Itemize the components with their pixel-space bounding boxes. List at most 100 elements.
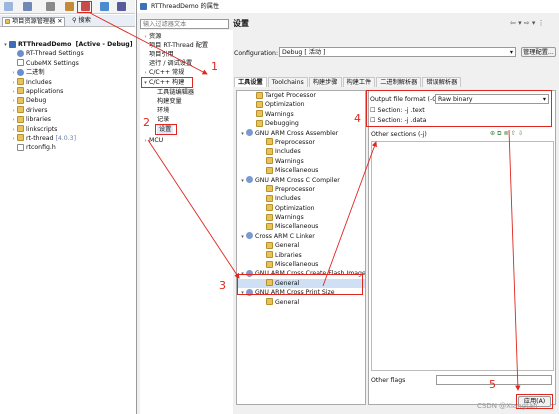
config-tool-icon[interactable] [81, 2, 90, 11]
tool-group[interactable]: ▾ GNU ARM Cross Assembler [237, 129, 365, 138]
build-icon[interactable] [46, 2, 55, 11]
folder-icon [256, 100, 263, 108]
folder-icon [17, 115, 24, 123]
tab-error-parser[interactable]: 错误解析器 [422, 77, 462, 87]
tool-group[interactable]: ▾ Cross ARM C Linker [237, 232, 365, 241]
tool-item[interactable]: Debugging [237, 119, 365, 128]
tree-item[interactable]: › libraries [2, 115, 134, 124]
list-toolbar[interactable]: ⊕ ⧉ ⊗ ⇧ ⇩ [490, 130, 523, 138]
dialog-title: RTThreadDemo 的属性 [151, 3, 220, 10]
tree-item[interactable]: › applications [2, 87, 134, 96]
tool-item[interactable]: Optimization [237, 100, 365, 109]
tool-item[interactable]: Libraries [237, 251, 365, 260]
nav-item[interactable]: 工具链编辑器 [157, 88, 194, 97]
tool-item[interactable]: Target Processor [237, 91, 365, 100]
project-tree: ▾ RTThreadDemo [Active - Debug] RT-Thread… [2, 40, 134, 153]
tool-item[interactable]: Warnings [237, 110, 365, 119]
new-icon[interactable] [4, 2, 13, 11]
section-title: 设置 [233, 19, 249, 28]
chevron-right-icon: › [12, 107, 15, 114]
other-flags-label: Other flags [371, 377, 406, 384]
tab-build-artifact[interactable]: 构建工件 [342, 77, 376, 87]
tab-search[interactable]: ⚲ 搜索 [70, 17, 93, 25]
folder-icon [266, 204, 273, 212]
binary-icon [17, 68, 24, 76]
chevron-right-icon: › [144, 138, 147, 144]
tab-project-explorer[interactable]: 项目资源管理器 ✕ [2, 17, 66, 27]
tool-item[interactable]: Warnings [237, 157, 365, 166]
nav-item[interactable]: › 资源 [142, 32, 162, 41]
tool-item[interactable]: Miscellaneous [237, 260, 365, 269]
tool-item[interactable]: Preprocessor [237, 138, 365, 147]
tree-item[interactable]: › Debug [2, 96, 134, 105]
output-format-label: Output file format (-O) [370, 96, 440, 103]
tool-item[interactable]: General [237, 241, 365, 250]
filter-input[interactable]: 输入过滤器文本 [140, 19, 229, 29]
folder-icon [266, 147, 273, 155]
section-data-checkbox[interactable]: ☐ Section: -j .data [370, 117, 426, 125]
download-icon[interactable] [100, 2, 109, 11]
file-icon [17, 59, 24, 67]
nav-item[interactable]: › C/C++ 常规 [142, 68, 185, 77]
tree-item[interactable]: › Includes [2, 78, 134, 87]
tool-item[interactable]: Includes [237, 147, 365, 156]
nav-item[interactable]: 记录 [157, 115, 169, 124]
tab-tool-settings[interactable]: 工具设置 [234, 77, 267, 87]
other-sections-list[interactable] [371, 141, 554, 371]
tool-item[interactable]: General [237, 298, 365, 307]
tool-item[interactable]: Warnings [237, 213, 365, 222]
tree-item[interactable]: › 二进制 [2, 68, 134, 77]
tab-binary-parser[interactable]: 二进制解析器 [376, 77, 422, 87]
tree-item[interactable]: rtconfig.h [2, 143, 134, 152]
tab-build-steps[interactable]: 构建步骤 [308, 77, 342, 87]
app-icon [140, 3, 147, 10]
tab-toolchains[interactable]: Toolchains [267, 77, 308, 87]
config-select[interactable]: Debug [ 活动 ] ▾ [279, 47, 516, 57]
tool-item[interactable]: Optimization [237, 204, 365, 213]
folder-icon [17, 87, 24, 95]
folder-icon [266, 157, 273, 165]
tool-item[interactable]: Preprocessor [237, 185, 365, 194]
folder-icon [256, 91, 263, 99]
tree-item[interactable]: › rt-thread [4.0.3] [2, 134, 134, 143]
tree-item[interactable]: › linkscripts [2, 125, 134, 134]
nav-item[interactable]: 项目引用 [149, 50, 174, 59]
manage-config-button[interactable]: 管理配置... [521, 47, 556, 57]
watermark: CSDN @Xiangtan [477, 402, 538, 410]
save-icon[interactable] [23, 2, 32, 11]
chevron-down-icon: ▾ [241, 177, 244, 184]
tool-group[interactable]: ▾ GNU ARM Cross C Compiler [237, 176, 365, 185]
folder-icon [266, 251, 273, 259]
debug-icon[interactable] [117, 2, 126, 11]
folder-icon [256, 119, 263, 127]
nav-item[interactable]: › MCU [142, 136, 164, 145]
settings-icon [17, 49, 24, 57]
folder-icon [266, 222, 273, 230]
chevron-down-icon: ▾ [241, 130, 244, 137]
tool-item[interactable]: Miscellaneous [237, 166, 365, 175]
annotation-2: 2 [143, 116, 150, 129]
chevron-down-icon: ▾ [509, 49, 513, 56]
tree-item[interactable]: CubeMX Settings [2, 59, 134, 68]
hammer-icon[interactable] [65, 2, 74, 11]
nav-item[interactable]: 项目 RT-Thread 配置 [149, 41, 208, 50]
section-text-checkbox[interactable]: ☐ Section: -j .text [370, 107, 425, 115]
folder-icon [17, 96, 24, 104]
tree-item[interactable]: RT-Thread Settings [2, 49, 134, 58]
config-label: Configuration: [234, 50, 279, 57]
nav-item[interactable]: 运行 / 调试设置 [149, 59, 192, 68]
dialog-titlebar: RTThreadDemo 的属性 [137, 0, 559, 13]
nav-arrows[interactable]: ⇦ ▾ ⇨ ▾ ⋮ [510, 18, 545, 28]
folder-icon [266, 298, 273, 306]
tree-item[interactable]: › drivers [2, 106, 134, 115]
nav-item[interactable]: 构建变量 [157, 97, 182, 106]
tool-item[interactable]: Miscellaneous [237, 222, 365, 231]
annotation-5: 5 [489, 378, 496, 391]
output-format-select[interactable]: Raw binary ▾ [435, 94, 549, 104]
tool-item[interactable]: Includes [237, 194, 365, 203]
nav-item[interactable]: 环境 [157, 106, 169, 115]
folder-icon [17, 134, 24, 142]
annotation-3: 3 [219, 279, 226, 292]
tree-item-project[interactable]: ▾ RTThreadDemo [Active - Debug] [2, 40, 134, 49]
folder-icon [266, 194, 273, 202]
